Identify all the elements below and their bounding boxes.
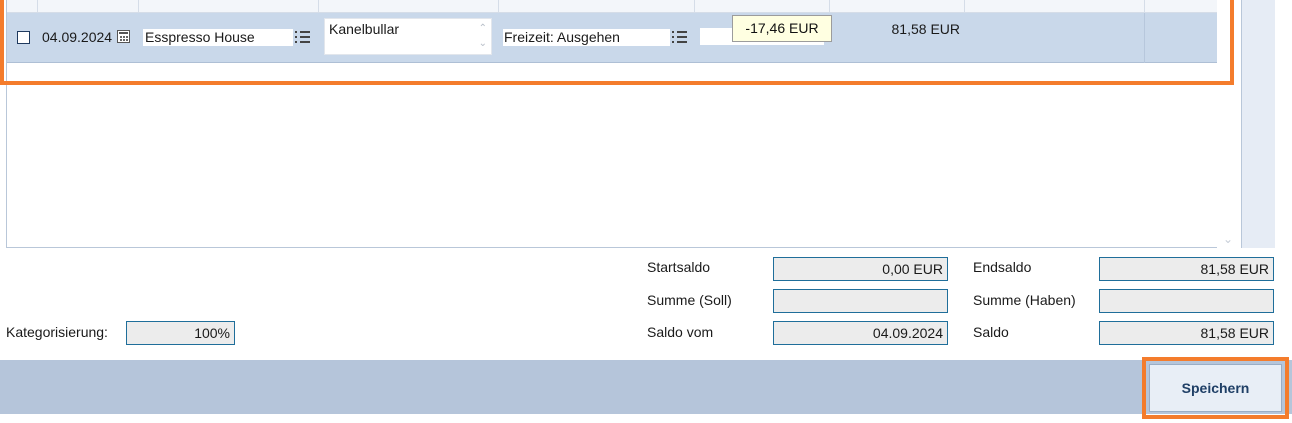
scroll-down-icon[interactable]: ⌄ [1223,232,1233,246]
startsaldo-label: Startsaldo [647,259,711,275]
saldo-vom-value: 04.09.2024 [773,321,948,345]
endsaldo-label: Endsaldo [973,259,1032,275]
endsaldo-value: 81,58 EUR [1099,257,1274,281]
kategorisierung-value: 100% [126,321,235,345]
startsaldo-value: 0,00 EUR [773,257,948,281]
saldo-vom-label: Saldo vom [647,324,714,340]
highlight-save-box [1142,357,1289,419]
kategorisierung-label: Kategorisierung: [6,324,108,340]
footer-bar [0,360,1292,414]
saldo-label: Saldo [973,324,1009,340]
right-pane [1241,0,1275,248]
summe-soll-value [773,289,948,313]
highlight-row-box [0,0,1234,85]
summe-haben-label: Summe (Haben) [973,292,1076,308]
saldo-value: 81,58 EUR [1099,321,1274,345]
summe-haben-value [1099,289,1274,313]
summe-soll-label: Summe (Soll) [647,292,732,308]
